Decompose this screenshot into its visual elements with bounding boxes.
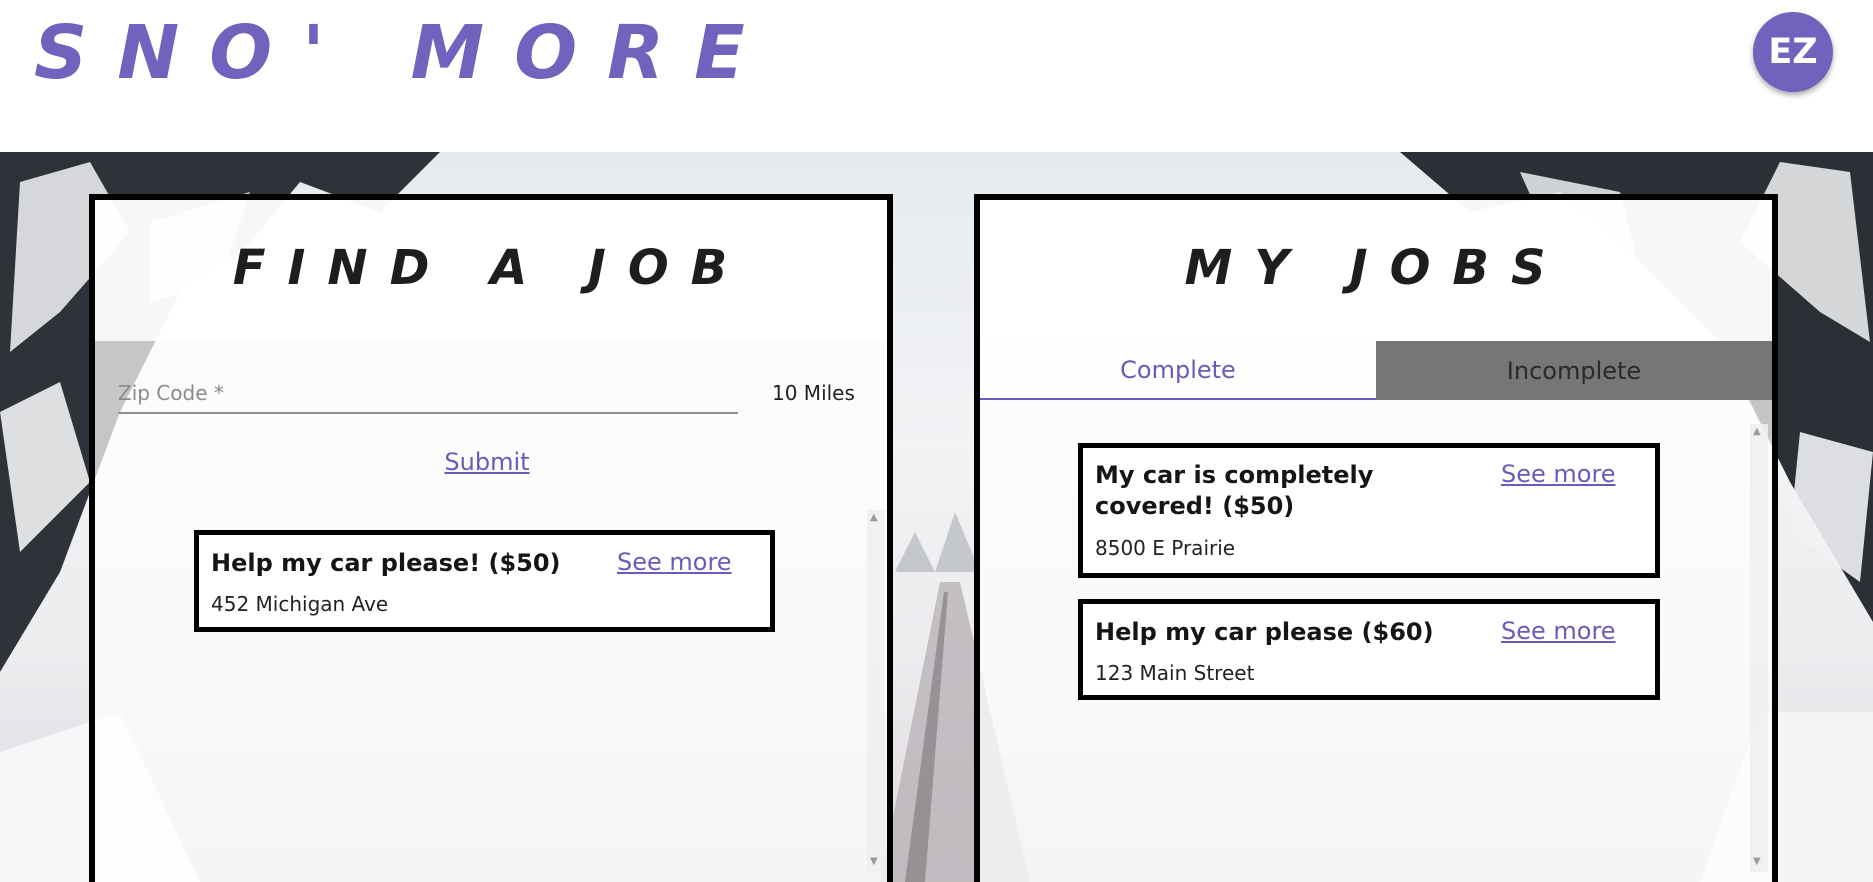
see-more-link[interactable]: See more [1501, 617, 1616, 645]
job-address: 123 Main Street [1095, 661, 1255, 685]
see-more-link[interactable]: See more [1501, 460, 1616, 488]
job-title-line: covered! ($50) [1095, 492, 1295, 520]
find-job-header: FIND A JOB [95, 200, 887, 341]
app-header: SNO' MORE EZ [0, 0, 1873, 152]
snowy-road-background: FIND A JOB Zip Code * 10 Miles Submit ▲ … [0, 152, 1873, 882]
jobs-scrollbar[interactable]: ▲ ▼ [1750, 424, 1768, 872]
triangle-down-icon[interactable]: ▼ [870, 856, 878, 867]
job-title: Help my car please! ($50) [211, 549, 561, 577]
triangle-up-icon[interactable]: ▲ [870, 512, 878, 523]
job-title: Help my car please ($60) [1095, 618, 1434, 646]
zip-code-underline [118, 412, 738, 414]
submit-button[interactable]: Submit [95, 448, 879, 476]
user-avatar[interactable]: EZ [1753, 12, 1833, 92]
my-jobs-panel: MY JOBS Complete Incomplete ▲ ▼ My car i… [974, 194, 1778, 882]
job-address: 452 Michigan Ave [211, 592, 389, 616]
radius-select[interactable]: 10 Miles [772, 381, 855, 405]
my-job-card[interactable]: My car is completely covered! ($50) See … [1078, 443, 1660, 578]
my-job-card[interactable]: Help my car please ($60) See more 123 Ma… [1078, 599, 1660, 700]
job-title-line: My car is completely [1095, 461, 1374, 489]
app-logo[interactable]: SNO' MORE [34, 10, 775, 96]
jobs-tabs: Complete Incomplete [980, 341, 1772, 400]
job-title: My car is completely covered! ($50) [1095, 460, 1373, 522]
zip-code-input[interactable]: Zip Code * [118, 381, 224, 405]
triangle-down-icon[interactable]: ▼ [1753, 856, 1761, 867]
see-more-link[interactable]: See more [617, 548, 732, 576]
find-job-title: FIND A JOB [232, 240, 750, 296]
job-address: 8500 E Prairie [1095, 536, 1236, 560]
job-result-card[interactable]: Help my car please! ($50) See more 452 M… [194, 530, 775, 632]
find-job-panel: FIND A JOB Zip Code * 10 Miles Submit ▲ … [89, 194, 893, 882]
triangle-up-icon[interactable]: ▲ [1753, 426, 1761, 437]
my-jobs-header: MY JOBS [980, 200, 1772, 341]
results-scrollbar[interactable]: ▲ ▼ [867, 510, 885, 872]
tab-incomplete[interactable]: Incomplete [1376, 341, 1772, 400]
tab-complete[interactable]: Complete [980, 341, 1376, 400]
my-jobs-title: MY JOBS [1184, 240, 1568, 296]
